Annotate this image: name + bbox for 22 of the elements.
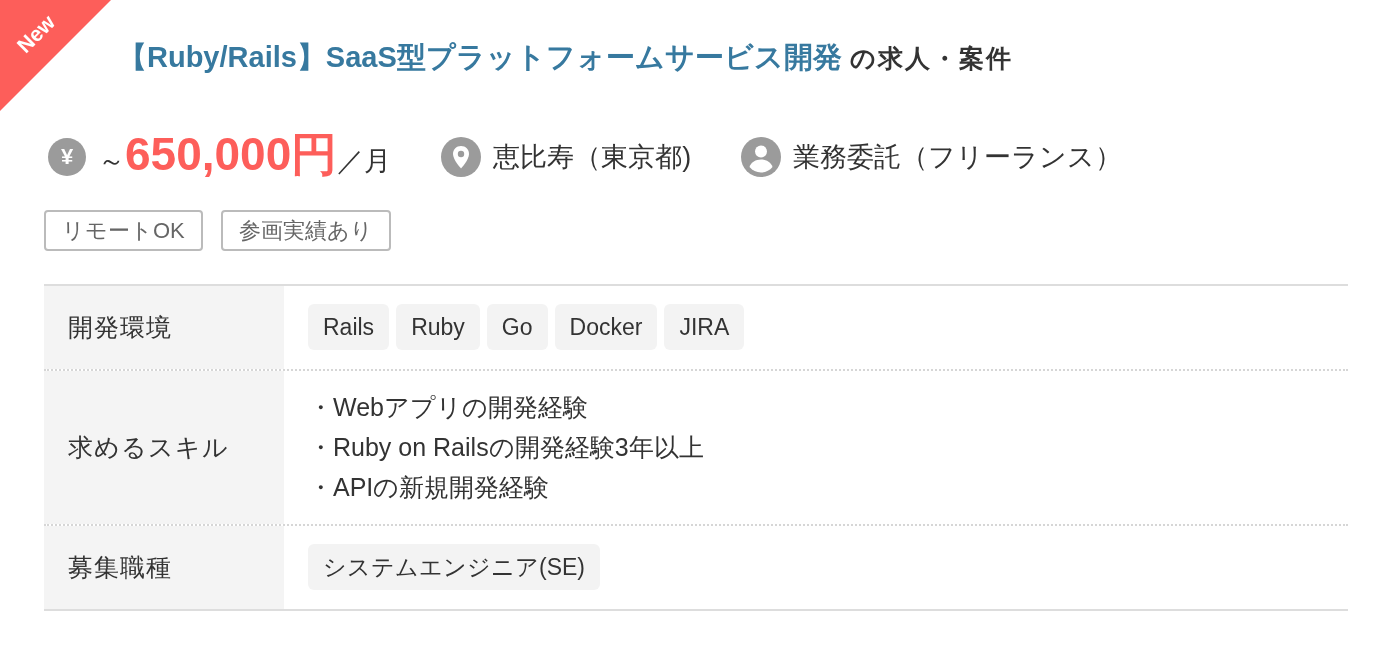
salary-text: ～650,000円／月 xyxy=(98,128,392,182)
row-header: 開発環境 xyxy=(44,286,284,369)
keyword-tag: Ruby xyxy=(396,304,480,350)
keyword-tag: Rails xyxy=(308,304,390,350)
feature-tag: リモートOK xyxy=(44,210,203,251)
feature-tag: 参画実績あり xyxy=(220,210,391,251)
skill-item: ・Ruby on Railsの開発経験3年以上 xyxy=(308,432,704,463)
keyword-tag: JIRA xyxy=(664,304,745,350)
person-icon xyxy=(741,137,782,177)
contract-type-text: 業務委託（フリーランス） xyxy=(793,141,1123,174)
row-header: 求めるスキル xyxy=(44,371,284,524)
yen-icon: ¥ xyxy=(48,138,86,176)
job-title-link[interactable]: 【Ruby/Rails】SaaS型プラットフォームサービス開発 xyxy=(118,38,842,78)
skill-item: ・Webアプリの開発経験 xyxy=(308,392,588,423)
keyword-tag: Go xyxy=(486,304,548,350)
keyword-tag: Docker xyxy=(554,304,658,350)
title-suffix: の求人・案件 xyxy=(849,43,1013,74)
location-pin-icon xyxy=(441,137,482,177)
row-header: 募集職種 xyxy=(44,526,284,609)
keyword-tag: システムエンジニア(SE) xyxy=(308,544,600,590)
location-text: 恵比寿（東京都) xyxy=(493,141,692,174)
skill-item: ・APIの新規開発経験 xyxy=(308,472,550,503)
